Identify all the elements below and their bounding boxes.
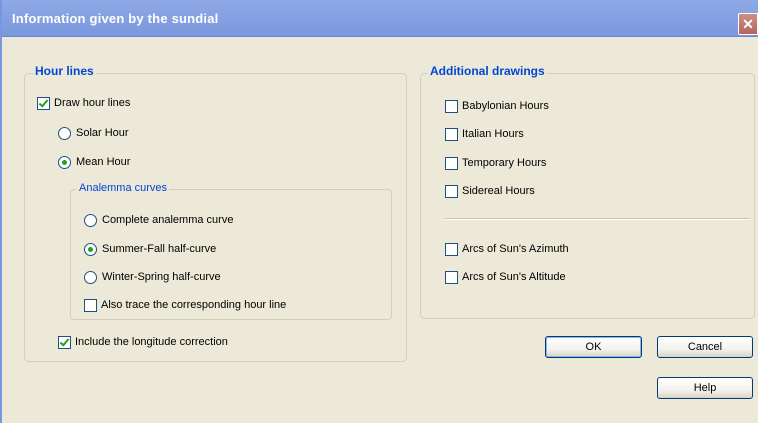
mean-hour-radio[interactable]: Mean Hour (58, 154, 130, 170)
help-button[interactable]: Help (657, 377, 753, 399)
sun-altitude-label: Arcs of Sun's Altitude (462, 271, 566, 283)
checkbox-box[interactable] (58, 335, 71, 349)
summer-fall-label: Summer-Fall half-curve (102, 243, 217, 255)
checkbox-box[interactable] (37, 96, 50, 110)
radio-circle[interactable] (84, 213, 97, 227)
complete-analemma-label: Complete analemma curve (102, 214, 234, 226)
italian-hours-label: Italian Hours (462, 128, 524, 140)
draw-hour-lines-checkbox[interactable]: Draw hour lines (37, 95, 130, 111)
radio-circle[interactable] (58, 155, 71, 169)
babylonian-hours-checkbox[interactable]: Babylonian Hours (445, 98, 549, 114)
sun-azimuth-checkbox[interactable]: Arcs of Sun's Azimuth (445, 241, 569, 257)
close-button[interactable]: ✕ (738, 13, 758, 35)
dialog-window: Information given by the sundial ✕ Hour … (0, 0, 758, 423)
radio-circle[interactable] (58, 126, 71, 140)
sidereal-hours-checkbox[interactable]: Sidereal Hours (445, 183, 535, 199)
sidereal-hours-label: Sidereal Hours (462, 185, 535, 197)
radio-circle[interactable] (84, 242, 97, 256)
cancel-button[interactable]: Cancel (657, 336, 753, 358)
sun-azimuth-label: Arcs of Sun's Azimuth (462, 243, 569, 255)
babylonian-hours-label: Babylonian Hours (462, 100, 549, 112)
close-icon: ✕ (742, 15, 754, 32)
window-title: Information given by the sundial (12, 11, 219, 26)
checkbox-box[interactable] (445, 156, 458, 170)
solar-hour-radio[interactable]: Solar Hour (58, 125, 129, 141)
also-trace-checkbox[interactable]: Also trace the corresponding hour line (84, 297, 286, 313)
solar-hour-label: Solar Hour (76, 127, 129, 139)
also-trace-label: Also trace the corresponding hour line (101, 299, 287, 311)
sun-altitude-checkbox[interactable]: Arcs of Sun's Altitude (445, 269, 566, 285)
italian-hours-checkbox[interactable]: Italian Hours (445, 126, 524, 142)
ok-button[interactable]: OK (545, 336, 642, 358)
checkbox-box[interactable] (445, 242, 458, 256)
winter-spring-label: Winter-Spring half-curve (102, 271, 221, 283)
temporary-hours-checkbox[interactable]: Temporary Hours (445, 155, 546, 171)
analemma-title: Analemma curves (77, 182, 170, 194)
checkbox-box[interactable] (445, 270, 458, 284)
complete-analemma-radio[interactable]: Complete analemma curve (84, 212, 233, 228)
radio-circle[interactable] (84, 270, 97, 284)
title-bar[interactable]: Information given by the sundial ✕ (2, 0, 758, 37)
checkbox-box[interactable] (445, 127, 458, 141)
mean-hour-label: Mean Hour (76, 156, 131, 168)
temporary-hours-label: Temporary Hours (462, 157, 547, 169)
draw-hour-lines-label: Draw hour lines (54, 97, 131, 109)
group-divider (445, 218, 749, 220)
longitude-correction-checkbox[interactable]: Include the longitude correction (58, 334, 228, 350)
hour-lines-title: Hour lines (33, 64, 96, 78)
additional-drawings-title: Additional drawings (428, 64, 547, 78)
checkbox-box[interactable] (445, 99, 458, 113)
summer-fall-radio[interactable]: Summer-Fall half-curve (84, 241, 216, 257)
longitude-correction-label: Include the longitude correction (75, 336, 228, 348)
winter-spring-radio[interactable]: Winter-Spring half-curve (84, 269, 221, 285)
checkbox-box[interactable] (84, 298, 97, 312)
checkbox-box[interactable] (445, 184, 458, 198)
